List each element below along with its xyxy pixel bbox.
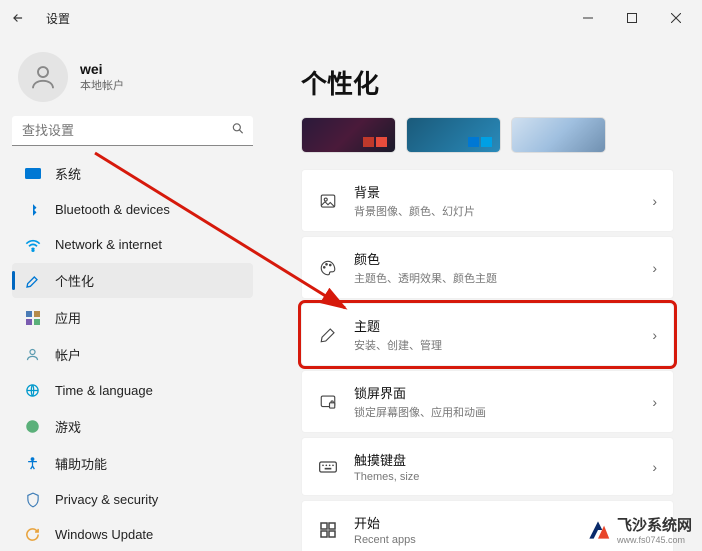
minimize-button[interactable] [566,3,610,33]
search-box [12,116,253,146]
page-title: 个性化 [301,64,674,101]
user-name: wei [80,61,124,77]
chevron-right-icon: › [652,394,657,410]
window-controls [566,3,698,33]
user-info: wei 本地帐户 [80,61,124,93]
watermark-logo-icon [585,517,611,543]
nav-label: Windows Update [55,527,153,542]
nav-label: Bluetooth & devices [55,202,170,217]
card-colors[interactable]: 颜色 主题色、透明效果、颜色主题 › [301,236,674,299]
titlebar-left: 设置 [8,8,70,28]
sidebar-item-time[interactable]: Time & language [12,374,253,407]
sidebar-item-system[interactable]: 系统 [12,156,253,191]
image-icon [318,191,338,211]
main-content: 个性化 背景 背景图像、颜色、幻灯片 › [265,36,702,551]
watermark-brand: 飞沙系统网 [617,514,692,535]
accessibility-icon [24,455,41,472]
globe-icon [24,382,41,399]
card-title: 颜色 [354,249,636,268]
nav-label: 系统 [55,164,81,183]
nav: 系统 Bluetooth & devices Network & interne… [12,156,253,551]
card-sub: 安装、创建、管理 [354,337,636,353]
card-body: 主题 安装、创建、管理 [354,316,636,353]
card-sub: Themes, size [354,471,636,483]
card-body: 锁屏界面 锁定屏幕图像、应用和动画 [354,383,636,420]
theme-preview-2[interactable] [406,117,501,153]
account-icon [24,346,41,363]
sidebar-item-gaming[interactable]: 游戏 [12,409,253,444]
card-themes[interactable]: 主题 安装、创建、管理 › [301,303,674,366]
search-input[interactable] [12,116,253,146]
body: wei 本地帐户 系统 Bluetooth & devices [0,36,702,551]
sidebar-item-bluetooth[interactable]: Bluetooth & devices [12,193,253,226]
maximize-button[interactable] [610,3,654,33]
window-title: 设置 [46,10,70,27]
nav-label: 个性化 [55,271,94,290]
chevron-right-icon: › [652,459,657,475]
card-lockscreen[interactable]: 锁屏界面 锁定屏幕图像、应用和动画 › [301,370,674,433]
titlebar: 设置 [0,0,702,36]
nav-label: 应用 [55,308,81,327]
card-sub: 背景图像、颜色、幻灯片 [354,203,636,219]
sidebar-item-accounts[interactable]: 帐户 [12,337,253,372]
nav-label: 帐户 [55,345,81,364]
back-button[interactable] [8,8,28,28]
nav-label: Privacy & security [55,492,158,507]
card-touchkeyboard[interactable]: 触摸键盘 Themes, size › [301,437,674,496]
sidebar-item-privacy[interactable]: Privacy & security [12,483,253,516]
sidebar-item-update[interactable]: Windows Update [12,518,253,551]
user-sub: 本地帐户 [80,77,124,93]
card-title: 锁屏界面 [354,383,636,402]
lock-icon [318,392,338,412]
search-icon [231,122,245,141]
bluetooth-icon [24,201,41,218]
sidebar: wei 本地帐户 系统 Bluetooth & devices [0,36,265,551]
theme-preview-1[interactable] [301,117,396,153]
card-body: 触摸键盘 Themes, size [354,450,636,483]
avatar [18,52,68,102]
card-title: 主题 [354,316,636,335]
user-block[interactable]: wei 本地帐户 [12,46,253,116]
palette-icon [318,258,338,278]
card-title: 背景 [354,182,636,201]
chevron-right-icon: › [652,327,657,343]
sidebar-item-personalization[interactable]: 个性化 [12,263,253,298]
card-title: 触摸键盘 [354,450,636,469]
card-body: 背景 背景图像、颜色、幻灯片 [354,182,636,219]
card-body: 颜色 主题色、透明效果、颜色主题 [354,249,636,286]
close-button[interactable] [654,3,698,33]
watermark-text: 飞沙系统网 www.fs0745.com [617,514,692,545]
shield-icon [24,491,41,508]
brush-icon [24,272,41,289]
keyboard-icon [318,457,338,477]
apps-icon [24,309,41,326]
sidebar-item-apps[interactable]: 应用 [12,300,253,335]
nav-label: 游戏 [55,417,81,436]
wifi-icon [24,236,41,253]
watermark-url: www.fs0745.com [617,535,692,545]
sidebar-item-accessibility[interactable]: 辅助功能 [12,446,253,481]
settings-window: 设置 wei 本地帐户 [0,0,702,551]
watermark: 飞沙系统网 www.fs0745.com [585,514,692,545]
card-background[interactable]: 背景 背景图像、颜色、幻灯片 › [301,169,674,232]
update-icon [24,526,41,543]
card-sub: 主题色、透明效果、颜色主题 [354,270,636,286]
chevron-right-icon: › [652,193,657,209]
chevron-right-icon: › [652,260,657,276]
nav-label: 辅助功能 [55,454,107,473]
card-sub: 锁定屏幕图像、应用和动画 [354,404,636,420]
theme-preview-3[interactable] [511,117,606,153]
system-icon [24,165,41,182]
theme-preview-row [301,117,674,153]
gaming-icon [24,418,41,435]
sidebar-item-network[interactable]: Network & internet [12,228,253,261]
nav-label: Network & internet [55,237,162,252]
start-icon [318,520,338,540]
nav-label: Time & language [55,383,153,398]
brush-icon [318,325,338,345]
